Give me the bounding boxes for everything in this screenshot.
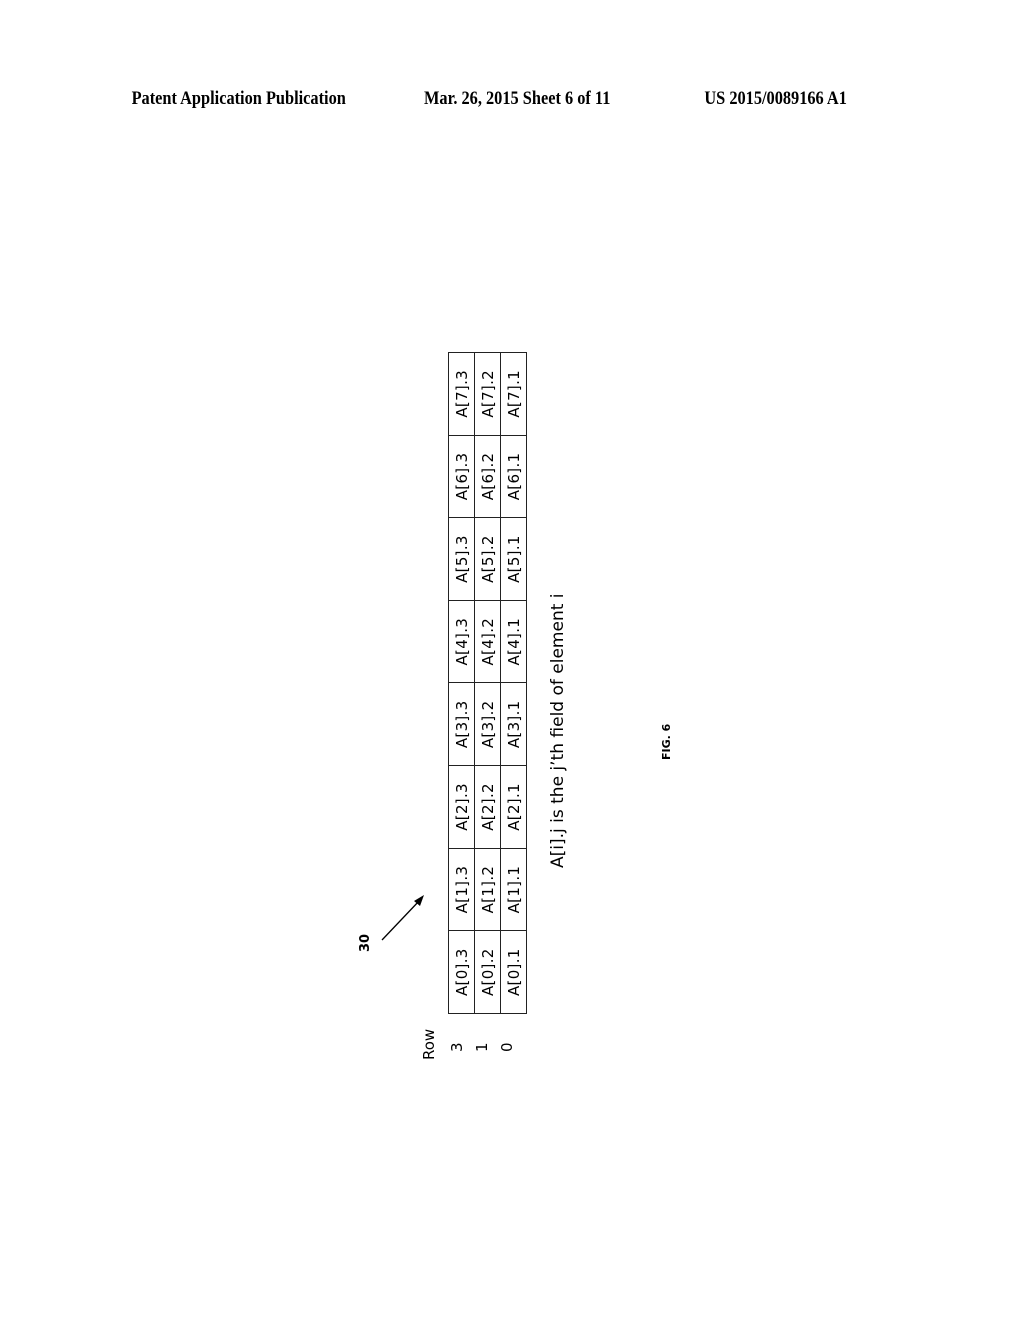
- table-cell: A[0].2: [474, 930, 501, 1014]
- reference-numeral: 30: [358, 933, 373, 952]
- table-cell: A[4].3: [448, 600, 475, 683]
- table-cell: A[3].3: [448, 683, 475, 766]
- table-cell: A[2].3: [448, 765, 475, 849]
- table-cell: A[0].1: [500, 930, 527, 1014]
- table-cell: A[7].3: [448, 352, 475, 436]
- table-cell: A[3].1: [500, 683, 527, 766]
- memory-layout-table-wrap: A[0].3 A[1].3 A[2].3 A[3].3 A[4].3 A[5].3 A[6]…: [448, 352, 527, 1014]
- publication-title: Patent Application Publication: [131, 88, 346, 109]
- table-cell: A[7].1: [500, 352, 527, 436]
- table-row: A[0].1 A[1].1 A[2].1 A[3].1 A[4].1 A[5].1 A[6]…: [500, 352, 527, 1014]
- figure-label: FIG. 6: [660, 723, 673, 760]
- row-label: 1: [473, 1042, 491, 1052]
- row-label: 0: [498, 1042, 516, 1052]
- table-cell: A[5].3: [448, 517, 475, 601]
- table-cell: A[6].1: [500, 435, 527, 518]
- patent-number: US 2015/0089166 A1: [704, 88, 847, 109]
- date-sheet: Mar. 26, 2015 Sheet 6 of 11: [423, 88, 611, 109]
- table-cell: A[7].2: [474, 352, 501, 436]
- table-cell: A[0].3: [448, 930, 475, 1014]
- row-label-title: Row: [420, 1028, 438, 1060]
- table-cell: A[4].1: [500, 600, 527, 683]
- page-header: Patent Application Publication Mar. 26, …: [0, 88, 881, 118]
- table-cell: A[4].2: [474, 600, 501, 683]
- table-cell: A[6].2: [474, 435, 501, 518]
- table-cell: A[3].2: [474, 683, 501, 766]
- table-cell: A[1].3: [448, 848, 475, 931]
- reference-arrow-icon: [381, 895, 424, 941]
- table-cell: A[5].1: [500, 517, 527, 601]
- memory-layout-table: A[0].3 A[1].3 A[2].3 A[3].3 A[4].3 A[5].3 A[6]…: [448, 352, 527, 1014]
- table-row: A[0].3 A[1].3 A[2].3 A[3].3 A[4].3 A[5].3 A[6]…: [448, 352, 475, 1014]
- table-cell: A[5].2: [474, 517, 501, 601]
- figure-caption: A[i].j is the j’th field of element i: [548, 593, 568, 868]
- table-cell: A[6].3: [448, 435, 475, 518]
- table-cell: A[2].1: [500, 765, 527, 849]
- table-row: A[0].2 A[1].2 A[2].2 A[3].2 A[4].2 A[5].2 A[6]…: [474, 352, 501, 1014]
- table-cell: A[1].1: [500, 848, 527, 931]
- table-cell: A[2].2: [474, 765, 501, 849]
- row-label: 3: [448, 1042, 466, 1052]
- table-cell: A[1].2: [474, 848, 501, 931]
